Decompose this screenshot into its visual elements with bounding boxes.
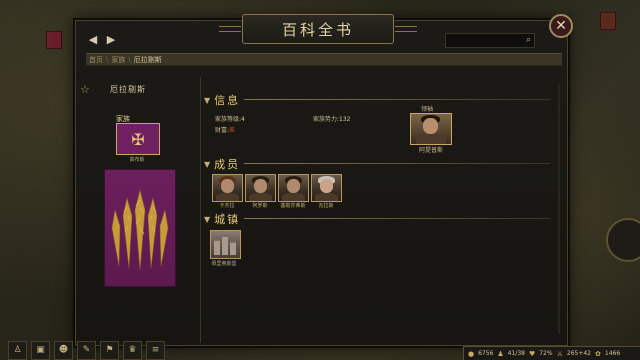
clan-tier-label: 家族等级: [215,116,242,123]
section-divider [244,218,550,219]
forward-arrow-icon[interactable]: ▶ [104,33,118,47]
section-divider [244,99,550,100]
member-portrait[interactable] [245,174,276,202]
clan-name: 厄拉剔斯 [110,85,146,94]
portrait-face [423,118,438,134]
close-button[interactable]: ✕ [549,14,573,38]
settlement-thumbnail[interactable] [210,230,241,259]
clan-tier-value: 4 [241,116,245,123]
clan-strength-label: 家族势力: [313,116,340,123]
leader-portrait[interactable] [410,113,452,145]
back-arrow-icon[interactable]: ◀ [86,33,100,47]
portrait-face [254,179,267,193]
party-value: 265+42 [566,350,591,357]
close-icon: ✕ [555,18,567,34]
portrait-body [216,193,239,201]
clan-strength-value: 132 [339,116,351,123]
collapse-chevron-icon: ▼ [204,159,211,169]
search-input[interactable] [446,40,524,53]
scrollbar[interactable] [558,84,560,334]
member-name: 阿罗斯 [252,203,268,209]
breadcrumb-separator: \ [106,56,109,64]
collapse-chevron-icon: ▼ [204,214,211,224]
breadcrumb-home[interactable]: 首页 [89,56,103,64]
portrait-body [315,193,338,201]
breadcrumb: 首页 \ 家族 \ 厄拉剔斯 [86,53,562,66]
breadcrumb-separator: \ [128,56,131,64]
settlement-tower [230,241,236,255]
leader-role: 领袖 [421,106,434,113]
morale-icon: ♥ [528,349,536,358]
escape-menu-icon[interactable]: ≡ [146,341,165,360]
wealth-value: 差 [229,127,236,134]
quests-icon[interactable]: ✎ [77,341,96,360]
member-name: 瓦拉斯 [318,203,334,209]
bookmark-star-icon[interactable]: ☆ [80,83,90,96]
character-icon[interactable]: ☻ [54,341,73,360]
portrait-face [221,179,234,193]
wheat-sheaf-icon [111,189,169,271]
food-icon: ✿ [595,349,601,358]
info-section-title: 信息 [214,94,241,107]
search-icon[interactable]: ⌕ [526,34,531,47]
clan-emblem[interactable]: ✠ [116,123,160,155]
collapse-chevron-icon: ▼ [204,95,211,105]
member-portrait[interactable] [278,174,309,202]
settlement-tower [222,235,228,255]
wealth-label: 财富: [215,127,230,134]
bottom-menu-bar: ♙ ▣ ☻ ✎ ⚑ ♛ ≡ [0,341,165,360]
troops-value: 41/38 [507,350,525,357]
resource-status-bar: ● 6756 ♟ 41/38 ♥ 72% ⚔ 265+42 ✿ 1466 [463,346,640,360]
search-box: ⌕ [445,33,535,53]
portrait-face [320,179,333,193]
food-value: 1466 [604,350,621,357]
clan-tier: 家族等级:4 [215,114,245,123]
map-settlement-banner[interactable] [600,12,616,30]
kingdom-icon[interactable]: ♛ [123,341,142,360]
info-section-header[interactable]: ▼ 信息 [204,92,240,108]
portrait-body [282,193,305,201]
leader-person-name: 阿提普斯 [418,147,443,154]
settlement-tower [214,239,220,255]
clan-wealth: 财富:差 [215,125,235,134]
portrait-face [287,179,300,193]
breadcrumb-clans[interactable]: 家族 [111,56,125,64]
gold-value: 6756 [478,350,494,357]
inventory-icon[interactable]: ▣ [31,341,50,360]
member-name: 塞勒莎弗斯 [280,203,306,209]
clan-overview-pane: ☆ 厄拉剔斯 家族 ✠ 高布斯 [76,77,201,343]
emblem-caption: 高布斯 [129,157,145,163]
members-section-header[interactable]: ▼ 成员 [204,156,240,172]
history-navigation: ◀ ▶ [86,33,118,47]
party-size-icon: ⚔ [556,349,563,358]
party-icon[interactable]: ♙ [8,341,27,360]
settlement-name: 佩里奥斯堡 [211,261,237,267]
double-eagle-icon: ✠ [131,129,145,149]
members-section-title: 成员 [214,158,241,171]
portrait-body [416,134,446,144]
gold-icon: ● [468,349,475,358]
morale-value: 72% [539,350,553,357]
member-portrait[interactable] [311,174,342,202]
troops-icon: ♟ [497,349,504,358]
clan-icon[interactable]: ⚑ [100,341,119,360]
clan-banner [104,169,176,287]
portrait-body [249,193,272,201]
map-settlement-banner[interactable] [46,31,62,49]
window-title: 百科全书 [219,14,417,44]
member-portrait[interactable] [212,174,243,202]
settlements-section-header[interactable]: ▼ 城镇 [204,211,240,227]
settlements-section-title: 城镇 [214,213,241,226]
section-divider [244,163,550,164]
member-name: 卡杰拉 [219,203,235,209]
breadcrumb-current: 厄拉剔斯 [133,56,162,64]
clan-strength: 家族势力:132 [313,114,350,123]
